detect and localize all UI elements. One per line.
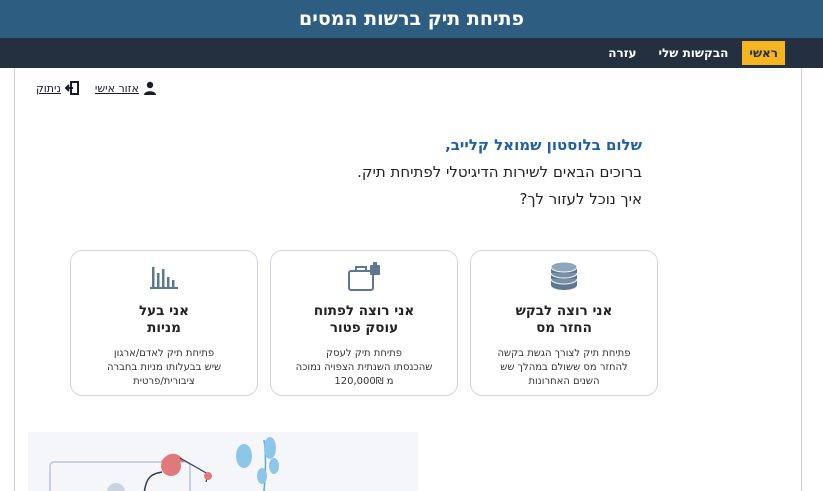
logout-label: ניתוק [36, 81, 61, 95]
card-desc-line3: מ 120,000₪ [334, 376, 394, 387]
user-icon [143, 81, 156, 95]
help-question: איך נוכל לעזור לך? [519, 190, 643, 208]
nav-item-my-requests[interactable]: הבקשות שלי [651, 38, 737, 68]
welcome-text: ברוכים הבאים לשירות הדיגיטלי לפתיחת תיק. [357, 163, 642, 181]
title-bar: פתיחת תיק ברשות המסים [0, 0, 823, 38]
personal-area-label: אזור אישי [94, 81, 139, 95]
card-shareholder[interactable]: אני בעל מניות פתיחת תיק לאדם/ארגון שיש ב… [70, 250, 258, 396]
card-desc-line2: להחזר מס ששולם במהלך שש [500, 362, 628, 373]
briefcase-icon [348, 262, 380, 291]
card-tax-refund[interactable]: אני רוצה לבקש החזר מס פתיחת תיק לצורך הג… [470, 250, 658, 396]
user-links: ניתוק אזור אישי [36, 81, 157, 95]
logout-link[interactable]: ניתוק [36, 81, 79, 95]
card-desc-line1: פתיחת תיק לאדם/ארגון [113, 348, 215, 359]
card-heading-line1: אני בעל [138, 303, 189, 319]
logout-icon [64, 81, 79, 95]
nav-item-help[interactable]: עזרה [600, 38, 644, 68]
greeting-name: שלום בלוסטון שמואל קלייב, [445, 136, 642, 154]
bar-chart-icon [150, 267, 178, 289]
coins-icon [550, 261, 578, 290]
nav-item-home[interactable]: ראשי [742, 41, 785, 65]
card-desc-line2: שהכנסתו השנתית הצפויה נמוכה [295, 362, 433, 373]
personal-area-link[interactable]: אזור אישי [95, 81, 157, 95]
card-exempt-dealer[interactable]: אני רוצה לפתוח עוסק פטור פתיחת תיק לעסק … [270, 250, 458, 396]
page-title: פתיחת תיק ברשות המסים [299, 8, 524, 30]
main-nav: ראשי הבקשות שלי עזרה [0, 38, 823, 68]
card-desc-line3: ציבורית/פרטית [133, 376, 195, 387]
card-heading-line2: מניות [147, 320, 181, 336]
illustration [28, 432, 418, 491]
card-desc-line1: פתיחת תיק לעסק [326, 348, 402, 359]
card-heading-line1: אני רוצה לפתוח [313, 303, 415, 319]
card-heading-line2: החזר מס [536, 320, 592, 336]
card-heading-line2: עוסק פטור [329, 320, 399, 336]
card-desc-line2: שיש בבעלותו מניות בחברה [106, 362, 222, 373]
card-heading-line1: אני רוצה לבקש [515, 303, 613, 319]
card-desc-line1: פתיחת תיק לצורך הגשת בקשה [497, 348, 631, 359]
greeting: שלום בלוסטון שמואל קלייב, ברוכים הבאים ל… [357, 136, 642, 217]
card-desc-line3: השנים האחרונות [528, 376, 600, 387]
